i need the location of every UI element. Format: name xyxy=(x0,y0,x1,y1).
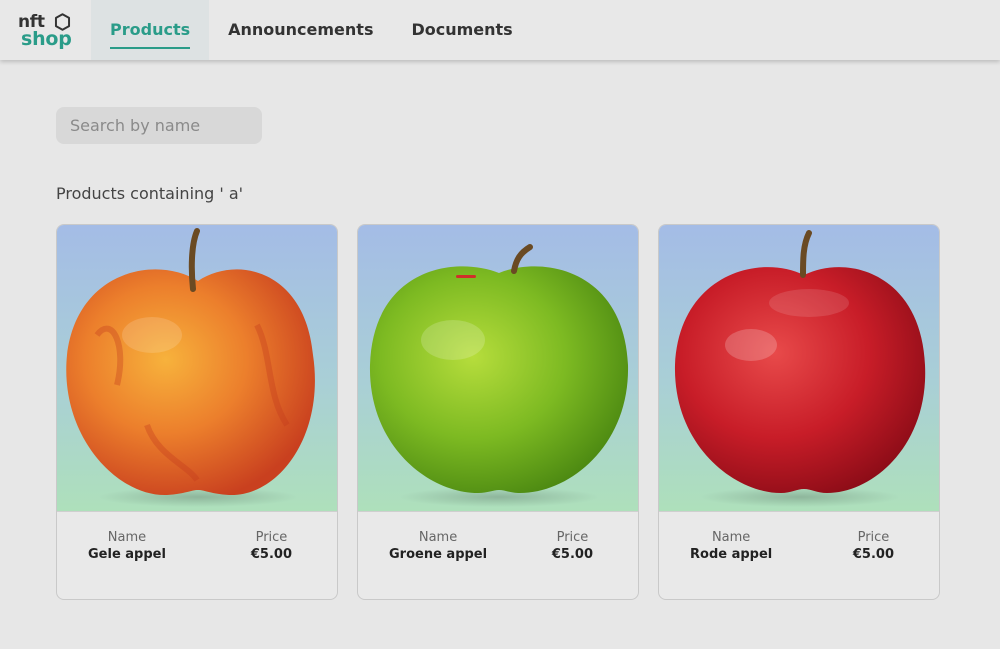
results-heading: Products containing ' a' xyxy=(56,184,244,203)
price-label: Price xyxy=(255,530,288,545)
product-price-field: Price €5.00 xyxy=(853,530,894,562)
nav-tab-documents[interactable]: Documents xyxy=(392,0,531,60)
main-nav: Products Announcements Documents xyxy=(91,0,532,60)
name-label: Name xyxy=(418,530,458,545)
nav-tab-announcements[interactable]: Announcements xyxy=(209,0,392,60)
product-card[interactable]: Name Rode appel Price €5.00 xyxy=(658,224,940,600)
product-details: Name Gele appel Price €5.00 xyxy=(57,512,337,562)
product-price-field: Price €5.00 xyxy=(552,530,593,562)
product-image-green-apple xyxy=(358,225,638,512)
search-input[interactable] xyxy=(56,107,262,144)
nav-tab-products[interactable]: Products xyxy=(91,0,210,60)
price-label: Price xyxy=(857,530,890,545)
product-image-red-apple xyxy=(659,225,939,512)
product-name-field: Name Rode appel xyxy=(690,530,772,562)
product-image-yellow-red-apple xyxy=(57,225,337,512)
nft-shop-logo[interactable]: nft shop xyxy=(18,12,74,52)
product-name: Gele appel xyxy=(88,547,166,562)
product-name: Rode appel xyxy=(690,547,773,562)
product-details: Name Rode appel Price €5.00 xyxy=(659,512,939,562)
product-grid: Name Gele appel Price €5.00 Name Groene … xyxy=(56,224,944,600)
product-name: Groene appel xyxy=(389,547,488,562)
product-name-field: Name Gele appel xyxy=(88,530,166,562)
product-price: €5.00 xyxy=(852,547,894,562)
top-navigation-bar: nft shop Products Announcements Document… xyxy=(0,0,1000,60)
name-label: Name xyxy=(107,530,147,545)
logo-text-shop: shop xyxy=(21,28,72,50)
product-details: Name Groene appel Price €5.00 xyxy=(358,512,638,562)
product-name-field: Name Groene appel xyxy=(389,530,487,562)
product-card[interactable]: Name Groene appel Price €5.00 xyxy=(357,224,639,600)
price-label: Price xyxy=(556,530,589,545)
product-price: €5.00 xyxy=(551,547,593,562)
name-label: Name xyxy=(711,530,751,545)
product-price: €5.00 xyxy=(250,547,292,562)
product-card[interactable]: Name Gele appel Price €5.00 xyxy=(56,224,338,600)
product-price-field: Price €5.00 xyxy=(251,530,292,562)
